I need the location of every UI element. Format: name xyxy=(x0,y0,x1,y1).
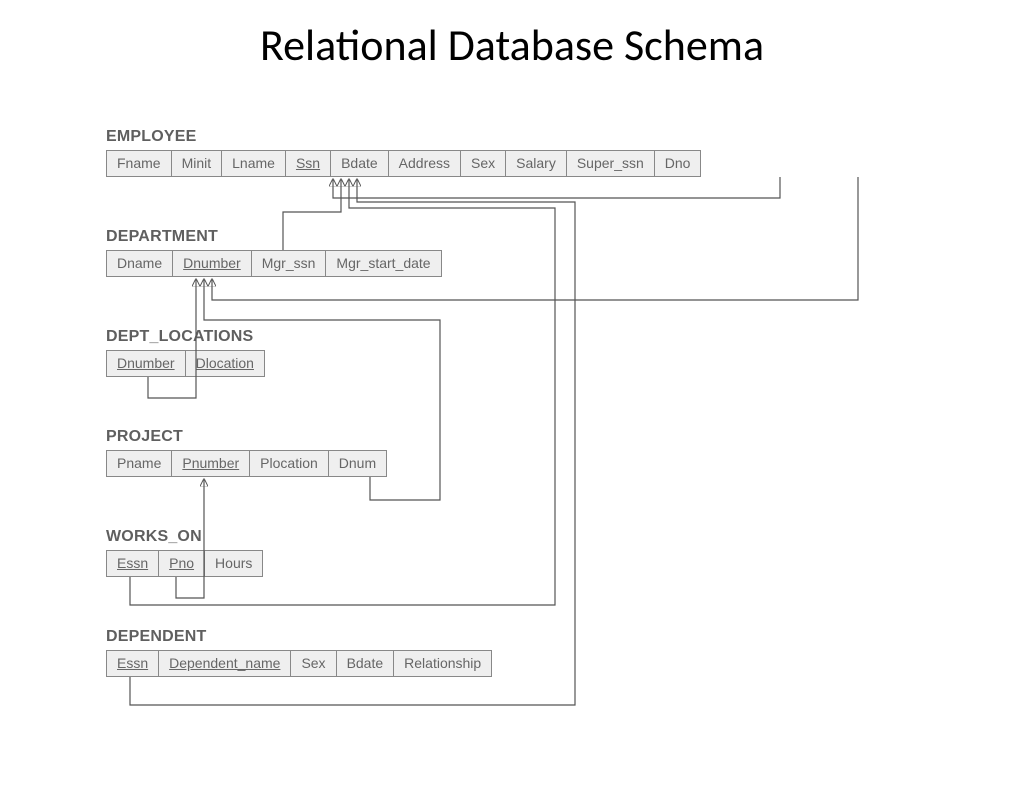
col-super-ssn: Super_ssn xyxy=(567,150,655,177)
col-relationship: Relationship xyxy=(394,650,492,677)
table-label-department: DEPARTMENT xyxy=(106,228,218,246)
col-hours: Hours xyxy=(205,550,263,577)
col-fname: Fname xyxy=(106,150,172,177)
col-pnumber: Pnumber xyxy=(172,450,250,477)
table-label-project: PROJECT xyxy=(106,428,183,446)
col-minit: Minit xyxy=(172,150,223,177)
col-ssn: Ssn xyxy=(286,150,331,177)
table-label-employee: EMPLOYEE xyxy=(106,128,197,146)
col-lname: Lname xyxy=(222,150,286,177)
table-label-dept-locations: DEPT_LOCATIONS xyxy=(106,328,253,346)
col-dno: Dno xyxy=(655,150,702,177)
col-pno: Pno xyxy=(159,550,205,577)
table-row-dept-locations: Dnumber Dlocation xyxy=(106,350,265,377)
table-label-works-on: WORKS_ON xyxy=(106,528,202,546)
col-salary: Salary xyxy=(506,150,567,177)
table-row-employee: Fname Minit Lname Ssn Bdate Address Sex … xyxy=(106,150,701,177)
col-bdate: Bdate xyxy=(331,150,389,177)
table-label-dependent: DEPENDENT xyxy=(106,628,206,646)
page-title: Relational Database Schema xyxy=(0,18,1024,72)
col-dnum: Dnum xyxy=(329,450,387,477)
col-address: Address xyxy=(389,150,461,177)
col-dl-dnumber: Dnumber xyxy=(106,350,186,377)
table-row-department: Dname Dnumber Mgr_ssn Mgr_start_date xyxy=(106,250,442,277)
col-mgr-start-date: Mgr_start_date xyxy=(326,250,441,277)
col-dep-sex: Sex xyxy=(291,650,336,677)
col-dnumber: Dnumber xyxy=(173,250,252,277)
col-dlocation: Dlocation xyxy=(186,350,265,377)
col-essn: Essn xyxy=(106,550,159,577)
col-dep-essn: Essn xyxy=(106,650,159,677)
col-plocation: Plocation xyxy=(250,450,329,477)
table-row-project: Pname Pnumber Plocation Dnum xyxy=(106,450,387,477)
col-pname: Pname xyxy=(106,450,172,477)
col-dname: Dname xyxy=(106,250,173,277)
col-sex: Sex xyxy=(461,150,506,177)
col-dependent-name: Dependent_name xyxy=(159,650,291,677)
col-mgr-ssn: Mgr_ssn xyxy=(252,250,327,277)
table-row-works-on: Essn Pno Hours xyxy=(106,550,263,577)
col-dep-bdate: Bdate xyxy=(337,650,395,677)
table-row-dependent: Essn Dependent_name Sex Bdate Relationsh… xyxy=(106,650,492,677)
schema-diagram: EMPLOYEE Fname Minit Lname Ssn Bdate Add… xyxy=(0,80,1024,770)
